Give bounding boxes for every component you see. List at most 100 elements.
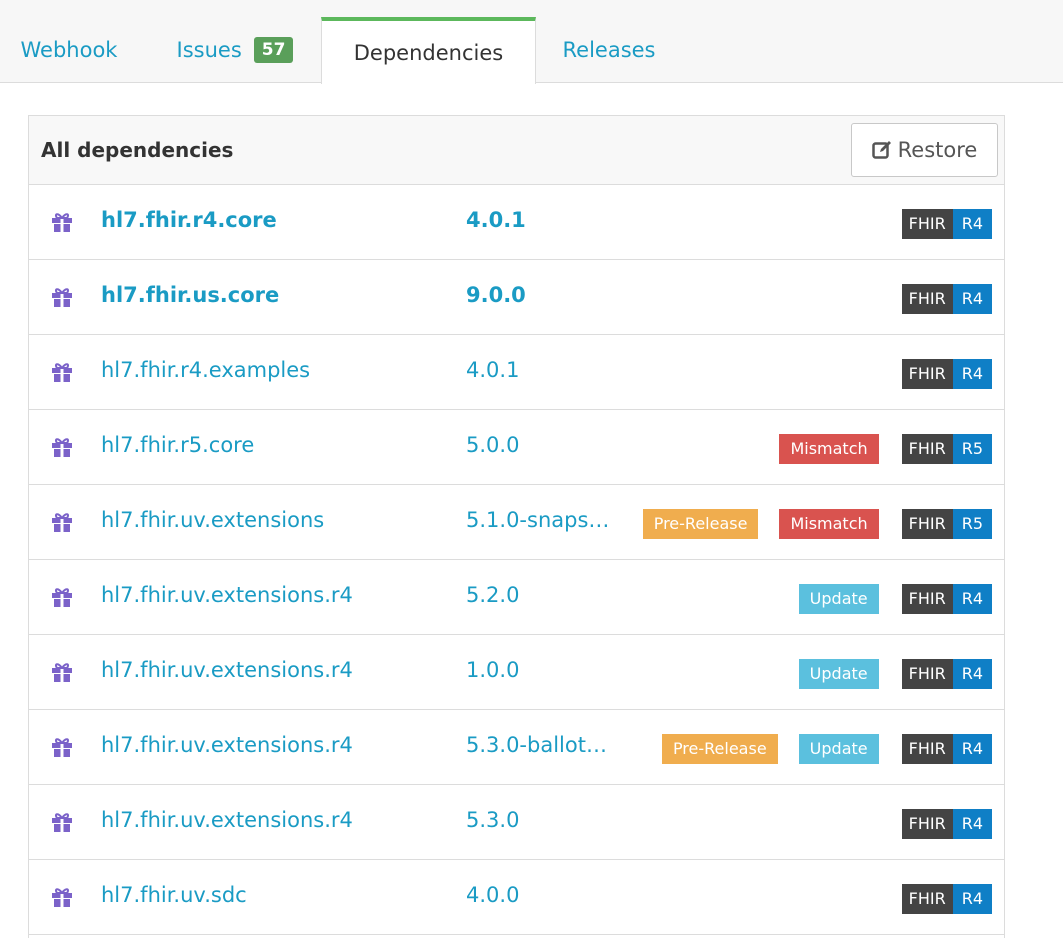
row-badges: FHIR R4 — [879, 284, 992, 314]
gift-icon — [52, 813, 72, 832]
dependency-row: hl7.fhir.us.core 9.0.0 FHIR R4 — [29, 260, 1004, 335]
fhir-release-label: R4 — [952, 884, 992, 914]
fhir-release-label: R4 — [952, 284, 992, 314]
fhir-label: FHIR — [901, 509, 953, 539]
tab-issues[interactable]: Issues 57 — [155, 17, 315, 83]
fhir-version-badge: FHIR R4 — [901, 734, 992, 764]
package-version: 5.3.0-ballot-… — [466, 733, 611, 757]
dependency-row: hl7.fhir.uv.extensions.r4 5.3.0 FHIR R4 — [29, 785, 1004, 860]
tab-webhook[interactable]: Webhook — [0, 17, 138, 83]
tab-bar: Webhook Issues 57 Dependencies Releases — [0, 0, 1063, 84]
gift-icon — [52, 213, 72, 232]
dependencies-panel: All dependencies Restore hl7.fhir.r4.cor… — [28, 115, 1005, 938]
package-version: 5.3.0 — [466, 808, 520, 832]
fhir-label: FHIR — [901, 434, 953, 464]
fhir-release-label: R4 — [952, 734, 992, 764]
update-badge: Update — [798, 584, 879, 614]
package-version: 4.0.1 — [466, 358, 520, 382]
fhir-release-label: R5 — [952, 509, 992, 539]
dependency-row: hl7.fhir.uv.sdc 4.0.0 FHIR R4 — [29, 860, 1004, 935]
panel-header: All dependencies Restore — [29, 116, 1004, 185]
update-badge: Update — [798, 659, 879, 689]
gift-icon — [52, 663, 72, 682]
row-badges: Update FHIR R4 — [778, 659, 992, 689]
tab-releases[interactable]: Releases — [536, 17, 682, 83]
fhir-release-label: R4 — [952, 359, 992, 389]
panel-title: All dependencies — [41, 138, 234, 162]
pre-release-badge: Pre-Release — [642, 509, 759, 539]
package-name-link[interactable]: hl7.fhir.r4.examples — [101, 358, 310, 382]
tab-webhook-label: Webhook — [20, 38, 118, 62]
tab-dependencies-label: Dependencies — [353, 40, 504, 65]
fhir-label: FHIR — [901, 584, 953, 614]
fhir-version-badge: FHIR R4 — [901, 659, 992, 689]
fhir-release-label: R4 — [952, 809, 992, 839]
package-name-link[interactable]: hl7.fhir.uv.extensions.r4 — [101, 808, 353, 832]
fhir-label: FHIR — [901, 809, 953, 839]
mismatch-badge: Mismatch — [779, 509, 879, 539]
issues-count-badge: 57 — [253, 37, 294, 63]
dependency-row: hl7.fhir.uv.extensions.r4 5.2.0 Update FH… — [29, 560, 1004, 635]
gift-icon — [52, 288, 72, 307]
row-badges: Mismatch FHIR R5 — [758, 434, 992, 464]
pre-release-badge: Pre-Release — [661, 734, 778, 764]
package-name-link[interactable]: hl7.fhir.uv.sdc — [101, 883, 247, 907]
gift-icon — [52, 588, 72, 607]
dependency-row: hl7.fhir.r5.core 5.0.0 Mismatch FHIR R5 — [29, 410, 1004, 485]
fhir-version-badge: FHIR R4 — [901, 359, 992, 389]
fhir-version-badge: FHIR R4 — [901, 884, 992, 914]
tab-releases-label: Releases — [562, 38, 656, 62]
gift-icon — [52, 513, 72, 532]
fhir-label: FHIR — [901, 659, 953, 689]
dependency-row: hl7.fhir.uv.extensions.r4 5.3.0-ballot-…… — [29, 710, 1004, 785]
fhir-version-badge: FHIR R4 — [901, 584, 992, 614]
fhir-label: FHIR — [901, 734, 953, 764]
tab-dependencies[interactable]: Dependencies — [321, 17, 536, 84]
package-name-link[interactable]: hl7.fhir.uv.extensions.r4 — [101, 583, 353, 607]
fhir-release-label: R4 — [952, 659, 992, 689]
fhir-version-badge: FHIR R5 — [901, 434, 992, 464]
row-badges: FHIR R4 — [879, 209, 992, 239]
gift-icon — [52, 888, 72, 907]
package-version: 5.2.0 — [466, 583, 520, 607]
package-name-link[interactable]: hl7.fhir.r5.core — [101, 433, 254, 457]
package-name-link[interactable]: hl7.fhir.uv.extensions — [101, 508, 324, 532]
dependency-row: hl7.fhir.uv.extensions.r4 1.0.0 Update FH… — [29, 635, 1004, 710]
fhir-label: FHIR — [901, 284, 953, 314]
dependency-row: hl7.fhir.r4.core 4.0.1 FHIR R4 — [29, 185, 1004, 260]
package-name-link[interactable]: hl7.fhir.uv.extensions.r4 — [101, 658, 353, 682]
restore-label: Restore — [897, 138, 978, 162]
fhir-label: FHIR — [901, 209, 953, 239]
package-name-link[interactable]: hl7.fhir.r4.core — [101, 208, 277, 232]
fhir-release-label: R4 — [952, 584, 992, 614]
row-badges: FHIR R4 — [879, 884, 992, 914]
fhir-version-badge: FHIR R4 — [901, 284, 992, 314]
mismatch-badge: Mismatch — [779, 434, 879, 464]
package-version: 4.0.0 — [466, 883, 520, 907]
package-version: 1.0.0 — [466, 658, 520, 682]
fhir-release-label: R4 — [952, 209, 992, 239]
fhir-release-label: R5 — [952, 434, 992, 464]
package-name-link[interactable]: hl7.fhir.uv.extensions.r4 — [101, 733, 353, 757]
dependency-list: hl7.fhir.r4.core 4.0.1 FHIR R4 hl7.fhir.u… — [29, 185, 1004, 935]
row-badges: Pre-Release Mismatch FHIR R5 — [622, 509, 992, 539]
package-version: 4.0.1 — [466, 208, 526, 232]
fhir-label: FHIR — [901, 884, 953, 914]
gift-icon — [52, 363, 72, 382]
row-badges: FHIR R4 — [879, 809, 992, 839]
row-badges: FHIR R4 — [879, 359, 992, 389]
dependency-row: hl7.fhir.r4.examples 4.0.1 FHIR R4 — [29, 335, 1004, 410]
fhir-version-badge: FHIR R4 — [901, 809, 992, 839]
fhir-version-badge: FHIR R4 — [901, 209, 992, 239]
gift-icon — [52, 438, 72, 457]
row-badges: Pre-Release Update FHIR R4 — [641, 734, 992, 764]
package-name-link[interactable]: hl7.fhir.us.core — [101, 283, 279, 307]
edit-icon — [871, 141, 891, 159]
restore-button[interactable]: Restore — [851, 123, 998, 177]
fhir-version-badge: FHIR R5 — [901, 509, 992, 539]
package-version: 5.0.0 — [466, 433, 520, 457]
tab-issues-label: Issues — [176, 38, 242, 62]
row-badges: Update FHIR R4 — [778, 584, 992, 614]
update-badge: Update — [798, 734, 879, 764]
package-version: 5.1.0-snaps… — [466, 508, 610, 532]
